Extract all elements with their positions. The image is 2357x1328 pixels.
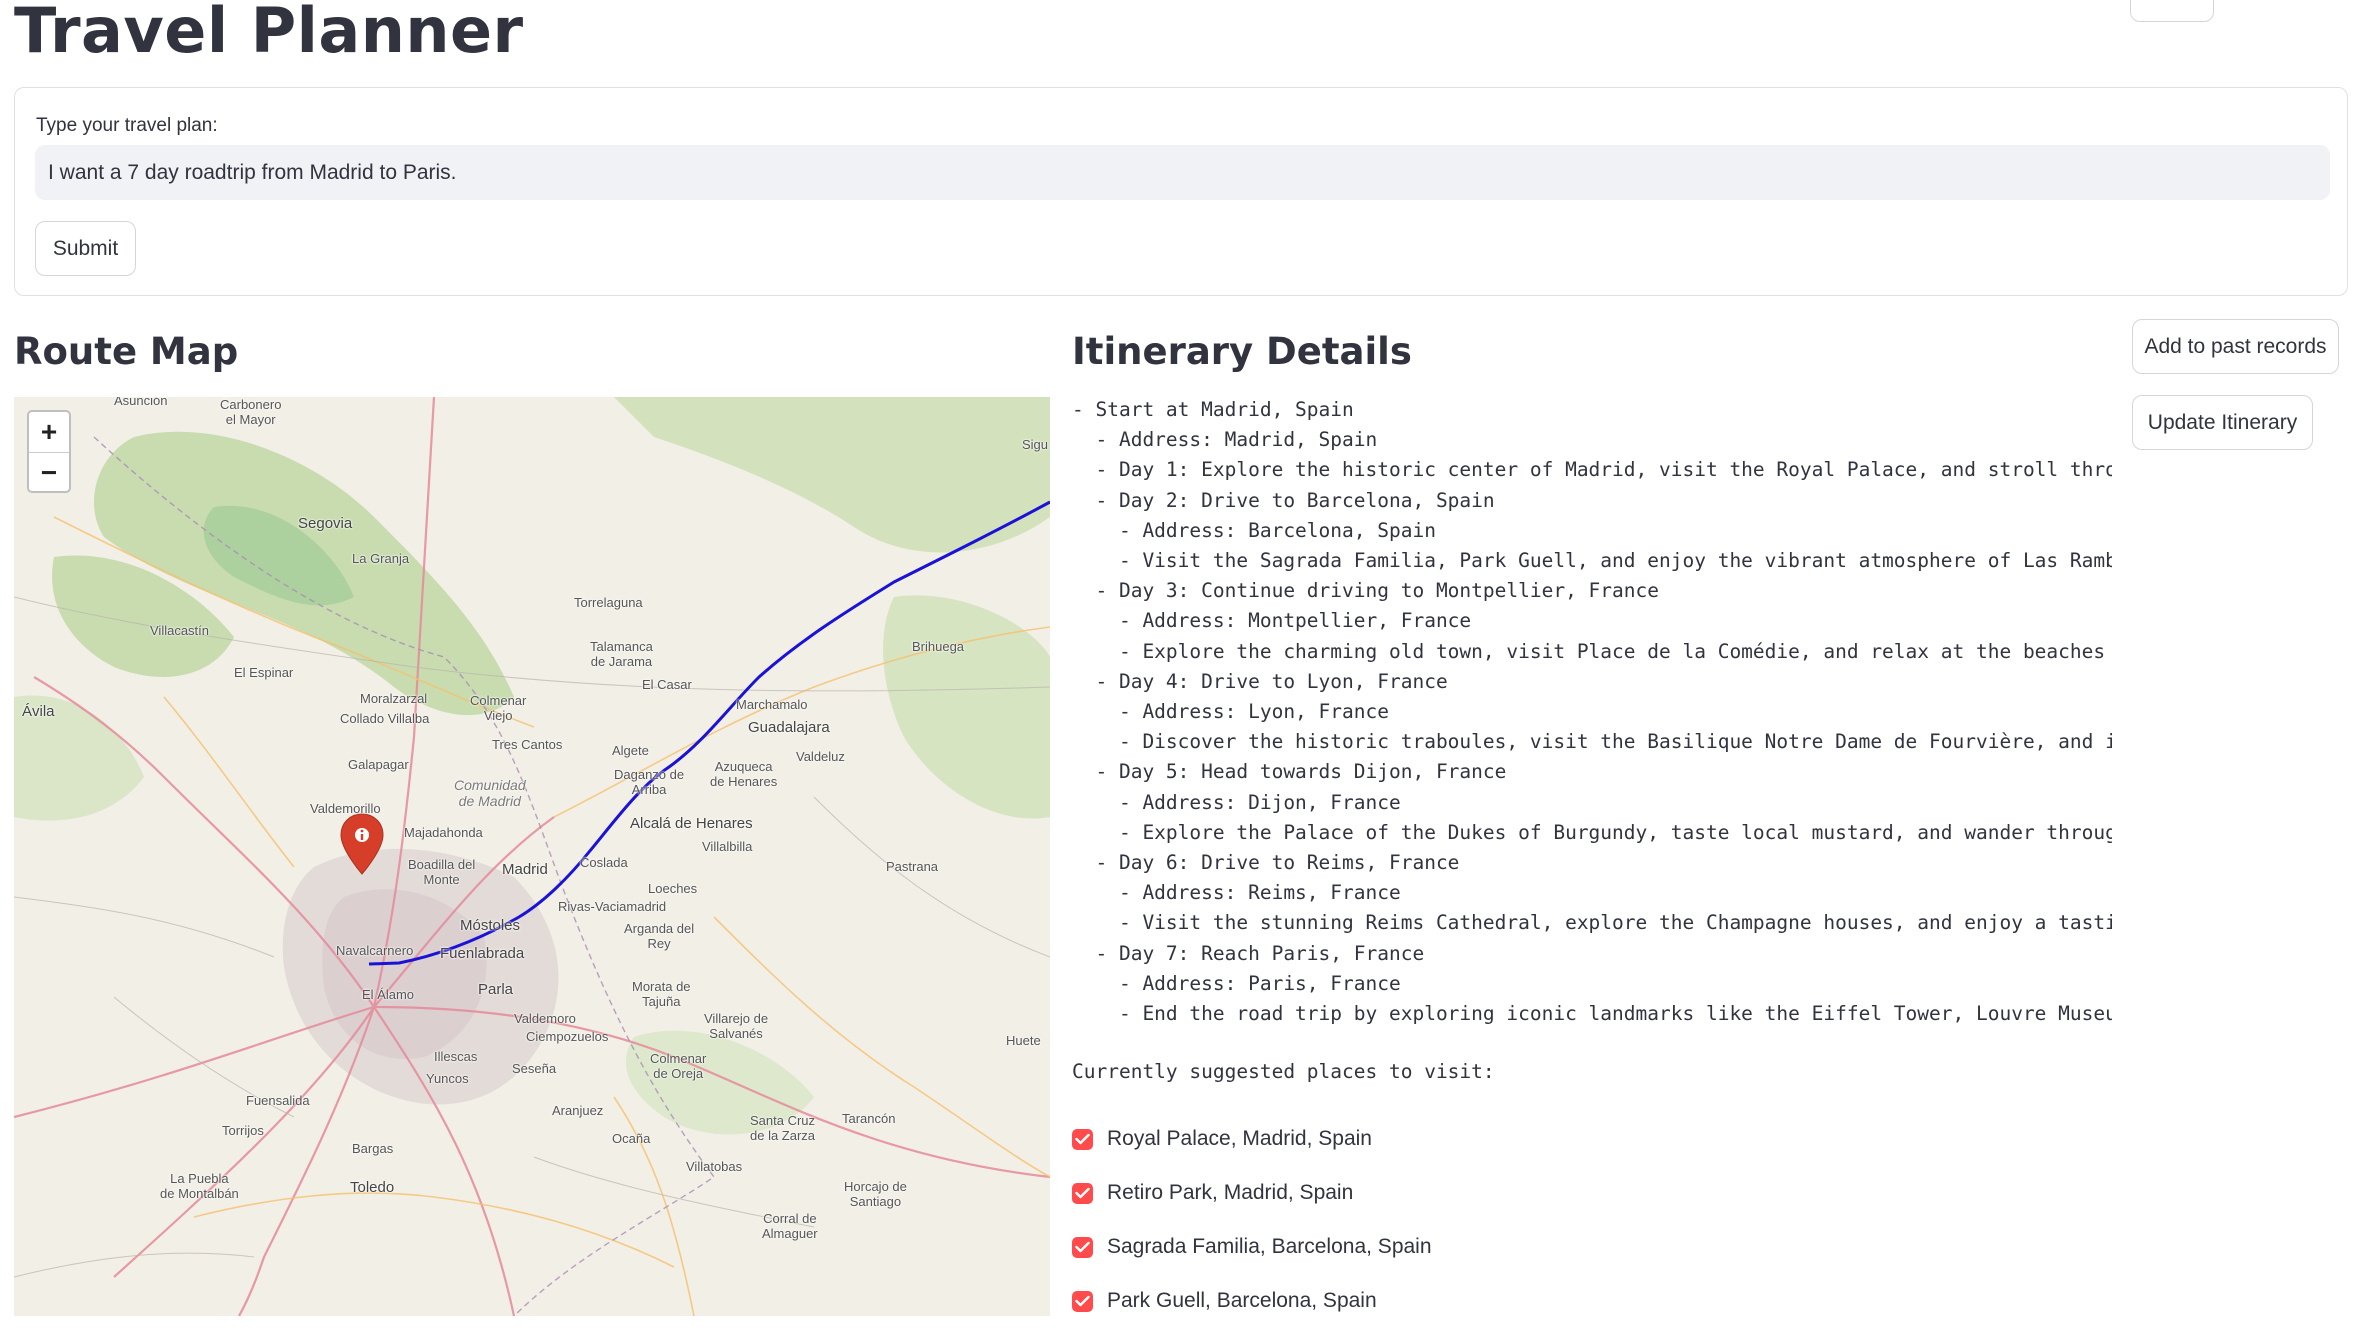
map-label: Boadilla del Monte	[408, 857, 476, 887]
place-checkbox-item[interactable]: Royal Palace, Madrid, Spain	[1072, 1112, 1432, 1166]
map-label: Villatobas	[686, 1159, 743, 1174]
map-label: Carbonero el Mayor	[220, 397, 282, 427]
map-label: Horcajo de Santiago	[844, 1179, 907, 1209]
map-label: Navalcarnero	[336, 943, 414, 958]
map-label: El Casar	[642, 677, 692, 692]
map-label: Talamanca de Jarama	[590, 639, 653, 669]
map-label: Villalbilla	[702, 839, 753, 854]
map-label: La Puebla de Montalbán	[160, 1171, 239, 1201]
map-label: Corral de Almaguer	[762, 1211, 818, 1241]
map-label: El Espinar	[234, 665, 294, 680]
place-label: Park Guell, Barcelona, Spain	[1107, 1289, 1377, 1312]
place-label: Royal Palace, Madrid, Spain	[1107, 1127, 1372, 1150]
map-label: Rivas-Vaciamadrid	[558, 899, 667, 914]
suggested-places-title: Currently suggested places to visit:	[1072, 1060, 1495, 1083]
map-label: Colmenar Viejo	[470, 693, 527, 723]
map-label: Tarancón	[842, 1111, 896, 1126]
travel-plan-form: Type your travel plan: Submit	[14, 87, 2348, 296]
travel-plan-input[interactable]	[35, 145, 2330, 200]
map-label: Morata de Tajuña	[632, 979, 691, 1009]
map-label: Huete	[1006, 1033, 1041, 1048]
map-label: Colmenar de Oreja	[650, 1051, 707, 1081]
map-label: Ocaña	[612, 1131, 651, 1146]
map-label: Collado Villalba	[340, 711, 430, 726]
suggested-places-list: Royal Palace, Madrid, Spain Retiro Park,…	[1072, 1112, 1432, 1328]
map-label: Alcalá de Henares	[630, 815, 753, 832]
checkbox-checked-icon[interactable]	[1072, 1236, 1093, 1258]
map-label: Arganda del Rey	[624, 921, 695, 951]
place-checkbox-item[interactable]: Park Guell, Barcelona, Spain	[1072, 1274, 1432, 1328]
itinerary-heading: Itinerary Details	[1072, 330, 1412, 373]
map-label: Fuenlabrada	[440, 945, 525, 962]
map-label: Tres Cantos	[492, 737, 563, 752]
map-label: La Granja	[352, 551, 410, 566]
map-label: Pastrana	[886, 859, 939, 874]
update-itinerary-button[interactable]: Update Itinerary	[2132, 395, 2313, 450]
map-label: Madrid	[502, 861, 548, 878]
map-label: El Álamo	[362, 987, 415, 1002]
submit-button[interactable]: Submit	[35, 221, 136, 276]
map-label: Majadahonda	[404, 825, 483, 840]
map-label: Fuensalida	[246, 1093, 310, 1108]
place-checkbox-item[interactable]: Retiro Park, Madrid, Spain	[1072, 1166, 1432, 1220]
map-label: Moralzarzal	[360, 691, 428, 706]
map-label: Brihuega	[912, 639, 965, 654]
map-label: Asunción	[114, 397, 168, 408]
checkbox-checked-icon[interactable]	[1072, 1182, 1093, 1204]
page-title: Travel Planner	[14, 0, 524, 67]
map-label: Valdeluz	[796, 749, 845, 764]
route-map[interactable]: + − Asunción Carbonero el Mayor Segovia …	[14, 397, 1050, 1316]
map-label: Ávila	[22, 703, 55, 720]
map-label: Illescas	[434, 1049, 478, 1064]
map-label: Toledo	[350, 1179, 395, 1196]
map-label: Villacastín	[150, 623, 210, 638]
add-to-past-records-button[interactable]: Add to past records	[2132, 319, 2339, 374]
map-label: Villarejo de Salvanés	[704, 1011, 769, 1041]
map-label: Daganzo de Arriba	[614, 767, 685, 797]
map-label: Valdemoro	[514, 1011, 576, 1026]
map-label: Bargas	[352, 1141, 394, 1156]
map-label: Parla	[478, 981, 514, 998]
place-label: Retiro Park, Madrid, Spain	[1107, 1181, 1354, 1204]
map-label: Coslada	[580, 855, 628, 870]
place-checkbox-item[interactable]: Sagrada Familia, Barcelona, Spain	[1072, 1220, 1432, 1274]
map-label: Guadalajara	[748, 719, 830, 736]
route-map-heading: Route Map	[14, 330, 239, 373]
travel-plan-label: Type your travel plan:	[36, 115, 218, 136]
map-label: Valdemorillo	[310, 801, 381, 816]
map-label: Ciempozuelos	[526, 1029, 609, 1044]
map-label: Santa Cruz de la Zarza	[750, 1113, 816, 1143]
zoom-out-button[interactable]: −	[29, 453, 69, 491]
map-label: Algete	[612, 743, 649, 758]
checkbox-checked-icon[interactable]	[1072, 1290, 1093, 1312]
map-label: Torrelaguna	[574, 595, 643, 610]
map-label: Comunidad de Madrid	[454, 777, 526, 809]
map-zoom-control: + −	[27, 410, 71, 493]
map-label: Seseña	[512, 1061, 557, 1076]
map-label: Marchamalo	[736, 697, 808, 712]
map-label: Segovia	[298, 515, 353, 532]
map-label: Galapagar	[348, 757, 409, 772]
map-label: Loeches	[648, 881, 698, 896]
map-label: Sigu	[1022, 437, 1049, 452]
header-menu-button[interactable]	[2130, 0, 2214, 22]
zoom-in-button[interactable]: +	[29, 412, 69, 453]
madrid-marker-icon[interactable]	[338, 812, 386, 876]
map-label: Azuqueca de Henares	[710, 759, 778, 789]
map-label: Móstoles	[460, 917, 521, 934]
map-label: Yuncos	[426, 1071, 469, 1086]
checkbox-checked-icon[interactable]	[1072, 1128, 1093, 1150]
itinerary-text: - Start at Madrid, Spain - Address: Madr…	[1072, 398, 2112, 1026]
map-label: Torrijos	[222, 1123, 264, 1138]
place-label: Sagrada Familia, Barcelona, Spain	[1107, 1235, 1432, 1258]
map-label: Aranjuez	[552, 1103, 604, 1118]
